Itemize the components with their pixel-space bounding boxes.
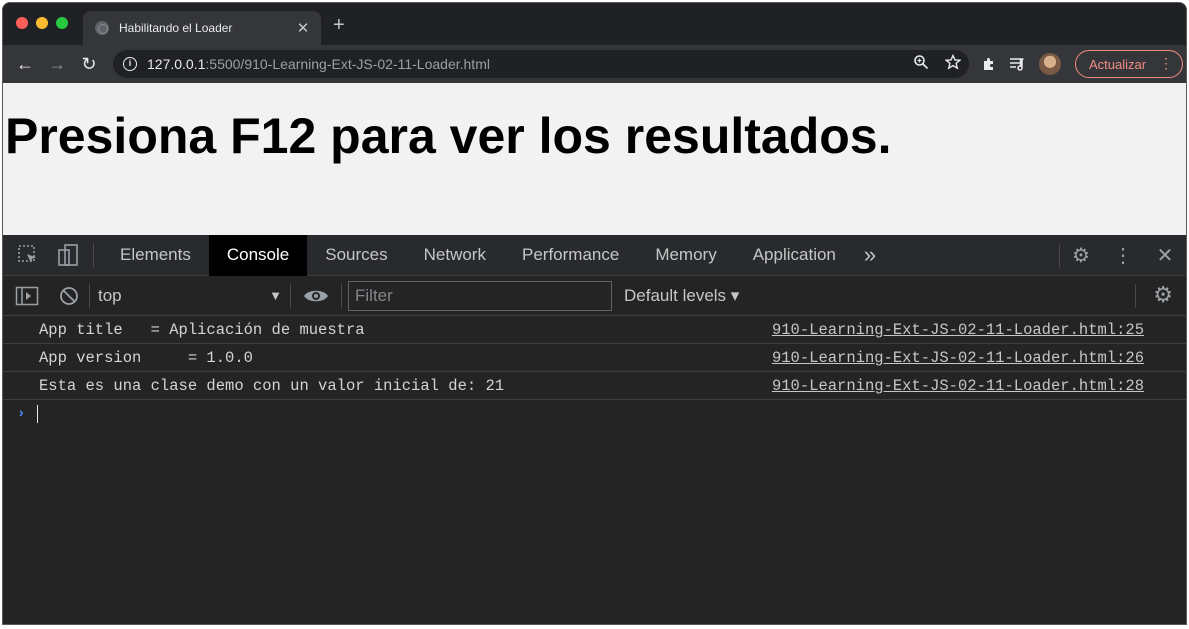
console-source-link[interactable]: 910-Learning-Ext-JS-02-11-Loader.html:25 bbox=[772, 321, 1144, 339]
globe-icon bbox=[95, 21, 109, 35]
dropdown-arrow-icon: ▼ bbox=[269, 287, 282, 303]
prompt-chevron-icon: › bbox=[17, 406, 26, 422]
page-viewport: Presiona F12 para ver los resultados. bbox=[3, 83, 1186, 235]
log-levels-dropdown[interactable]: Default levels ▾ bbox=[624, 286, 739, 306]
context-selector[interactable]: top ▼ bbox=[90, 286, 290, 306]
devtools-tab-bar: Elements Console Sources Network Perform… bbox=[3, 234, 1186, 276]
close-devtools-icon[interactable]: ✕ bbox=[1144, 243, 1186, 268]
console-message: App version = 1.0.0 910-Learning-Ext-JS-… bbox=[3, 344, 1186, 372]
console-source-link[interactable]: 910-Learning-Ext-JS-02-11-Loader.html:26 bbox=[772, 349, 1144, 367]
console-source-link[interactable]: 910-Learning-Ext-JS-02-11-Loader.html:28 bbox=[772, 377, 1144, 395]
zoom-window-button[interactable] bbox=[56, 17, 68, 29]
update-button-label: Actualizar bbox=[1089, 56, 1147, 72]
console-message-text: App version = 1.0.0 bbox=[39, 348, 253, 367]
tab-application[interactable]: Application bbox=[735, 235, 854, 276]
more-tabs-button[interactable]: » bbox=[854, 235, 886, 276]
device-toolbar-icon[interactable] bbox=[55, 243, 79, 267]
console-settings-gear-icon[interactable]: ⚙ bbox=[1153, 282, 1173, 308]
bookmark-star-icon[interactable] bbox=[945, 54, 961, 70]
tab-elements[interactable]: Elements bbox=[102, 235, 209, 276]
console-prompt[interactable]: › bbox=[3, 400, 1186, 428]
url-path: :5500/910-Learning-Ext-JS-02-11-Loader.h… bbox=[205, 56, 490, 72]
sidebar-toggle-icon[interactable] bbox=[15, 286, 39, 306]
minimize-window-button[interactable] bbox=[36, 17, 48, 29]
tab-network[interactable]: Network bbox=[406, 235, 504, 276]
page-heading: Presiona F12 para ver los resultados. bbox=[5, 108, 892, 164]
tab-performance[interactable]: Performance bbox=[504, 235, 637, 276]
more-options-icon[interactable]: ⋮ bbox=[1102, 243, 1144, 268]
address-bar[interactable]: i 127.0.0.1:5500/910-Learning-Ext-JS-02-… bbox=[113, 50, 969, 78]
divider bbox=[1135, 284, 1136, 308]
profile-avatar[interactable] bbox=[1039, 53, 1061, 75]
back-button[interactable]: ← bbox=[9, 48, 41, 80]
tab-title: Habilitando el Loader bbox=[119, 21, 233, 35]
console-filter-input[interactable] bbox=[348, 280, 612, 311]
info-icon[interactable]: i bbox=[123, 57, 137, 71]
inspect-element-icon[interactable] bbox=[17, 244, 39, 266]
reload-button[interactable]: ↻ bbox=[73, 48, 105, 80]
console-message: Esta es una clase demo con un valor inic… bbox=[3, 372, 1186, 400]
divider bbox=[341, 283, 342, 308]
console-message-text: Esta es una clase demo con un valor inic… bbox=[39, 376, 505, 395]
update-button[interactable]: Actualizar ⋮ bbox=[1075, 50, 1183, 78]
tab-close-button[interactable]: ✕ bbox=[295, 19, 311, 37]
url-host: 127.0.0.1 bbox=[147, 56, 206, 72]
devtools-panel: Elements Console Sources Network Perform… bbox=[3, 234, 1186, 624]
tab-memory[interactable]: Memory bbox=[637, 235, 734, 276]
console-message: App title = Aplicación de muestra 910-Le… bbox=[3, 316, 1186, 344]
divider bbox=[93, 243, 94, 267]
forward-button[interactable]: → bbox=[41, 48, 73, 80]
close-window-button[interactable] bbox=[16, 17, 28, 29]
console-message-text: App title = Aplicación de muestra bbox=[39, 320, 365, 339]
url-text[interactable]: 127.0.0.1:5500/910-Learning-Ext-JS-02-11… bbox=[147, 56, 490, 72]
tab-sources[interactable]: Sources bbox=[307, 235, 405, 276]
text-caret bbox=[37, 405, 39, 423]
settings-gear-icon[interactable]: ⚙ bbox=[1060, 243, 1102, 268]
context-value: top bbox=[98, 285, 122, 305]
clear-console-icon[interactable] bbox=[59, 286, 79, 306]
browser-toolbar: ← → ↻ i 127.0.0.1:5500/910-Learning-Ext-… bbox=[3, 45, 1186, 83]
extensions-icon[interactable] bbox=[981, 56, 997, 72]
new-tab-button[interactable]: + bbox=[333, 15, 345, 35]
tab-strip: Habilitando el Loader ✕ + bbox=[3, 3, 1186, 45]
console-output: App title = Aplicación de muestra 910-Le… bbox=[3, 316, 1186, 428]
zoom-icon[interactable] bbox=[913, 54, 929, 70]
console-filter-bar: top ▼ Default levels ▾ ⚙ bbox=[3, 276, 1186, 316]
tab-console[interactable]: Console bbox=[208, 234, 308, 276]
menu-dots-icon[interactable]: ⋮ bbox=[1159, 55, 1173, 72]
browser-tab[interactable]: Habilitando el Loader ✕ bbox=[83, 11, 321, 45]
divider bbox=[290, 283, 291, 308]
live-expression-eye-icon[interactable] bbox=[303, 287, 329, 305]
browser-window: Habilitando el Loader ✕ + ← → ↻ i 127.0.… bbox=[2, 2, 1187, 625]
reading-list-icon[interactable] bbox=[1009, 56, 1027, 72]
